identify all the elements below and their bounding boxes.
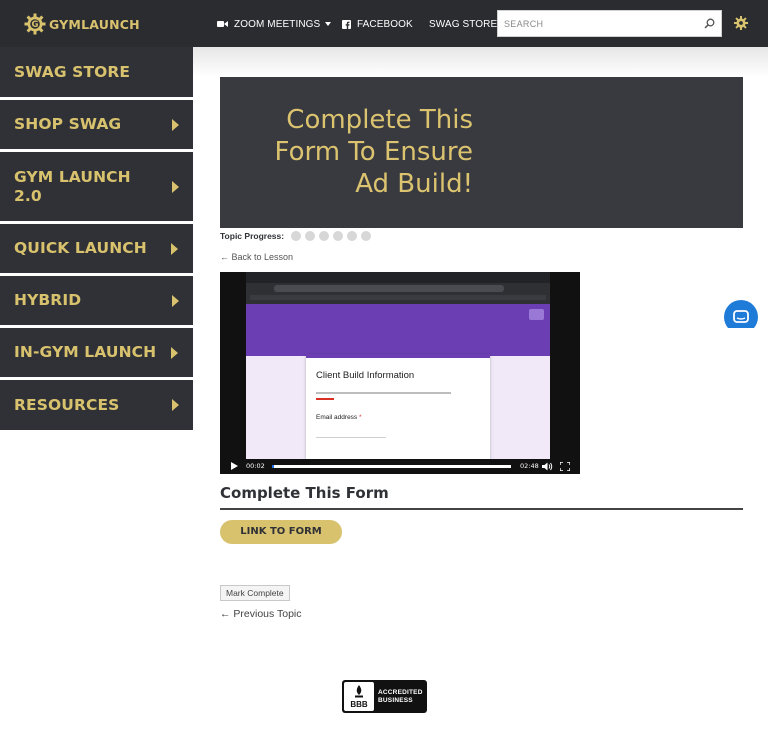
video-form-page: Client Build Information Email address * xyxy=(246,304,550,459)
video-form-email-text: Email address xyxy=(316,414,358,421)
video-form-required-note xyxy=(316,398,334,400)
chevron-right-icon xyxy=(171,242,178,255)
chat-icon xyxy=(733,310,749,323)
back-to-lesson-link[interactable]: ← Back to Lesson xyxy=(220,252,293,262)
sidebar-item-shop-swag[interactable]: SHOP SWAG xyxy=(0,100,193,152)
nav-swag-store-label: SWAG STORE xyxy=(429,18,498,30)
video-form-title: Client Build Information xyxy=(316,370,415,381)
progress-dot xyxy=(333,231,344,241)
sidebar-item-in-gym-launch[interactable]: IN-GYM LAUNCH xyxy=(0,328,193,380)
progress-dot xyxy=(319,231,330,241)
pencil-icon xyxy=(529,309,544,320)
chevron-right-icon xyxy=(172,294,179,307)
progress-dot xyxy=(305,231,316,241)
video-browser-bookmarks xyxy=(250,295,546,300)
sidebar-menu: SWAG STORE SHOP SWAG GYM LAUNCH 2.0 QUIC… xyxy=(0,47,193,433)
logo-text: GYMLAUNCH xyxy=(49,17,140,32)
previous-topic-link[interactable]: ← Previous Topic xyxy=(220,608,302,620)
bbb-line-2: BUSINESS xyxy=(378,696,413,704)
video-current-time: 00:02 xyxy=(246,462,265,470)
video-form-email-label: Email address * xyxy=(316,414,362,421)
topic-progress-label: Topic Progress: xyxy=(220,231,285,241)
play-icon[interactable] xyxy=(231,462,238,470)
video-browser-tabs xyxy=(246,272,550,283)
sidebar-item-hybrid[interactable]: HYBRID xyxy=(0,276,193,328)
progress-dots xyxy=(291,231,375,241)
sidebar-item-label: RESOURCES xyxy=(14,395,120,414)
sidebar-item-gym-launch-2[interactable]: GYM LAUNCH 2.0 xyxy=(0,152,193,224)
sidebar-item-resources[interactable]: RESOURCES xyxy=(0,380,193,433)
sidebar-item-label: IN-GYM LAUNCH xyxy=(14,343,157,361)
sidebar-item-quick-launch[interactable]: QUICK LAUNCH xyxy=(0,224,193,276)
logo-text-gym: GYM xyxy=(49,16,82,32)
volume-icon[interactable] xyxy=(542,462,553,471)
required-asterisk: * xyxy=(359,414,362,421)
svg-text:G: G xyxy=(32,20,39,30)
link-to-form-button[interactable]: LINK TO FORM xyxy=(220,520,342,544)
hero-title-line: Ad Build! xyxy=(355,169,473,199)
bbb-text: ACCREDITED BUSINESS xyxy=(378,689,423,705)
nav-zoom-meetings[interactable]: ZOOM MEETINGS xyxy=(217,17,332,31)
hero-banner: Complete This Form To Ensure Ad Build! xyxy=(220,77,743,228)
logo-text-launch: LAUNCH xyxy=(81,16,140,32)
chevron-right-icon xyxy=(172,118,179,131)
chat-button[interactable] xyxy=(724,300,758,328)
gear-icon[interactable] xyxy=(734,16,748,30)
video-form-email-input xyxy=(316,430,386,438)
progress-dot xyxy=(347,231,358,241)
bbb-seal-icon: BBB xyxy=(344,682,374,711)
search-icon[interactable] xyxy=(704,18,715,29)
video-controls: 00:02 02:48 xyxy=(220,459,580,474)
video-player[interactable]: Client Build Information Email address *… xyxy=(220,272,580,474)
chat-widget-container xyxy=(720,296,768,328)
search-input[interactable] xyxy=(498,11,693,36)
video-seek-progress xyxy=(272,465,275,468)
bbb-accredited-badge[interactable]: BBB ACCREDITED BUSINESS xyxy=(342,680,427,713)
video-form-description xyxy=(316,392,451,394)
bbb-seal-text: BBB xyxy=(350,700,368,709)
top-navigation-bar: G GYMLAUNCH ZOOM MEETINGS FACEBOOK SWAG … xyxy=(0,0,768,47)
header-shadow xyxy=(193,47,768,77)
progress-dot xyxy=(361,231,372,241)
topic-progress: Topic Progress: xyxy=(220,230,375,242)
nav-facebook-label: FACEBOOK xyxy=(357,18,413,30)
nav-swag-store[interactable]: SWAG STORE xyxy=(429,17,497,31)
sidebar-item-label: SWAG STORE xyxy=(14,62,131,81)
gear-logo-icon: G xyxy=(24,13,46,35)
chevron-right-icon xyxy=(172,180,179,193)
chevron-right-icon xyxy=(172,399,179,411)
chevron-down-icon xyxy=(325,22,332,26)
mark-complete-button[interactable]: Mark Complete xyxy=(220,585,290,601)
section-divider xyxy=(220,508,743,510)
hero-title-line: Complete This xyxy=(286,105,473,135)
nav-zoom-label: ZOOM MEETINGS xyxy=(234,18,321,30)
search-box xyxy=(497,10,722,37)
chevron-right-icon xyxy=(171,346,178,359)
video-camera-icon xyxy=(217,21,228,27)
sidebar-item-label: HYBRID xyxy=(14,291,82,309)
video-form-card: Client Build Information Email address * xyxy=(306,354,490,459)
fullscreen-icon[interactable] xyxy=(560,462,570,471)
video-form-header xyxy=(246,304,550,356)
facebook-icon xyxy=(342,19,351,29)
sidebar-item-swag-store[interactable]: SWAG STORE xyxy=(0,47,193,100)
sidebar-item-label: QUICK LAUNCH xyxy=(14,239,147,257)
sidebar-item-label: SHOP SWAG xyxy=(14,115,122,133)
video-browser-address-bar xyxy=(274,285,504,292)
section-title: Complete This Form xyxy=(220,484,389,502)
video-seek-bar[interactable] xyxy=(272,465,511,468)
logo[interactable]: G GYMLAUNCH xyxy=(24,12,140,36)
progress-dot xyxy=(291,231,302,241)
video-browser-chrome xyxy=(246,272,550,304)
video-duration: 02:48 xyxy=(520,462,539,470)
bbb-line-1: ACCREDITED xyxy=(378,688,423,696)
hero-title-line: Form To Ensure xyxy=(274,137,473,167)
nav-facebook[interactable]: FACEBOOK xyxy=(342,17,413,31)
sidebar-item-label: GYM LAUNCH 2.0 xyxy=(14,167,131,205)
hero-title: Complete This Form To Ensure Ad Build! xyxy=(223,104,473,200)
